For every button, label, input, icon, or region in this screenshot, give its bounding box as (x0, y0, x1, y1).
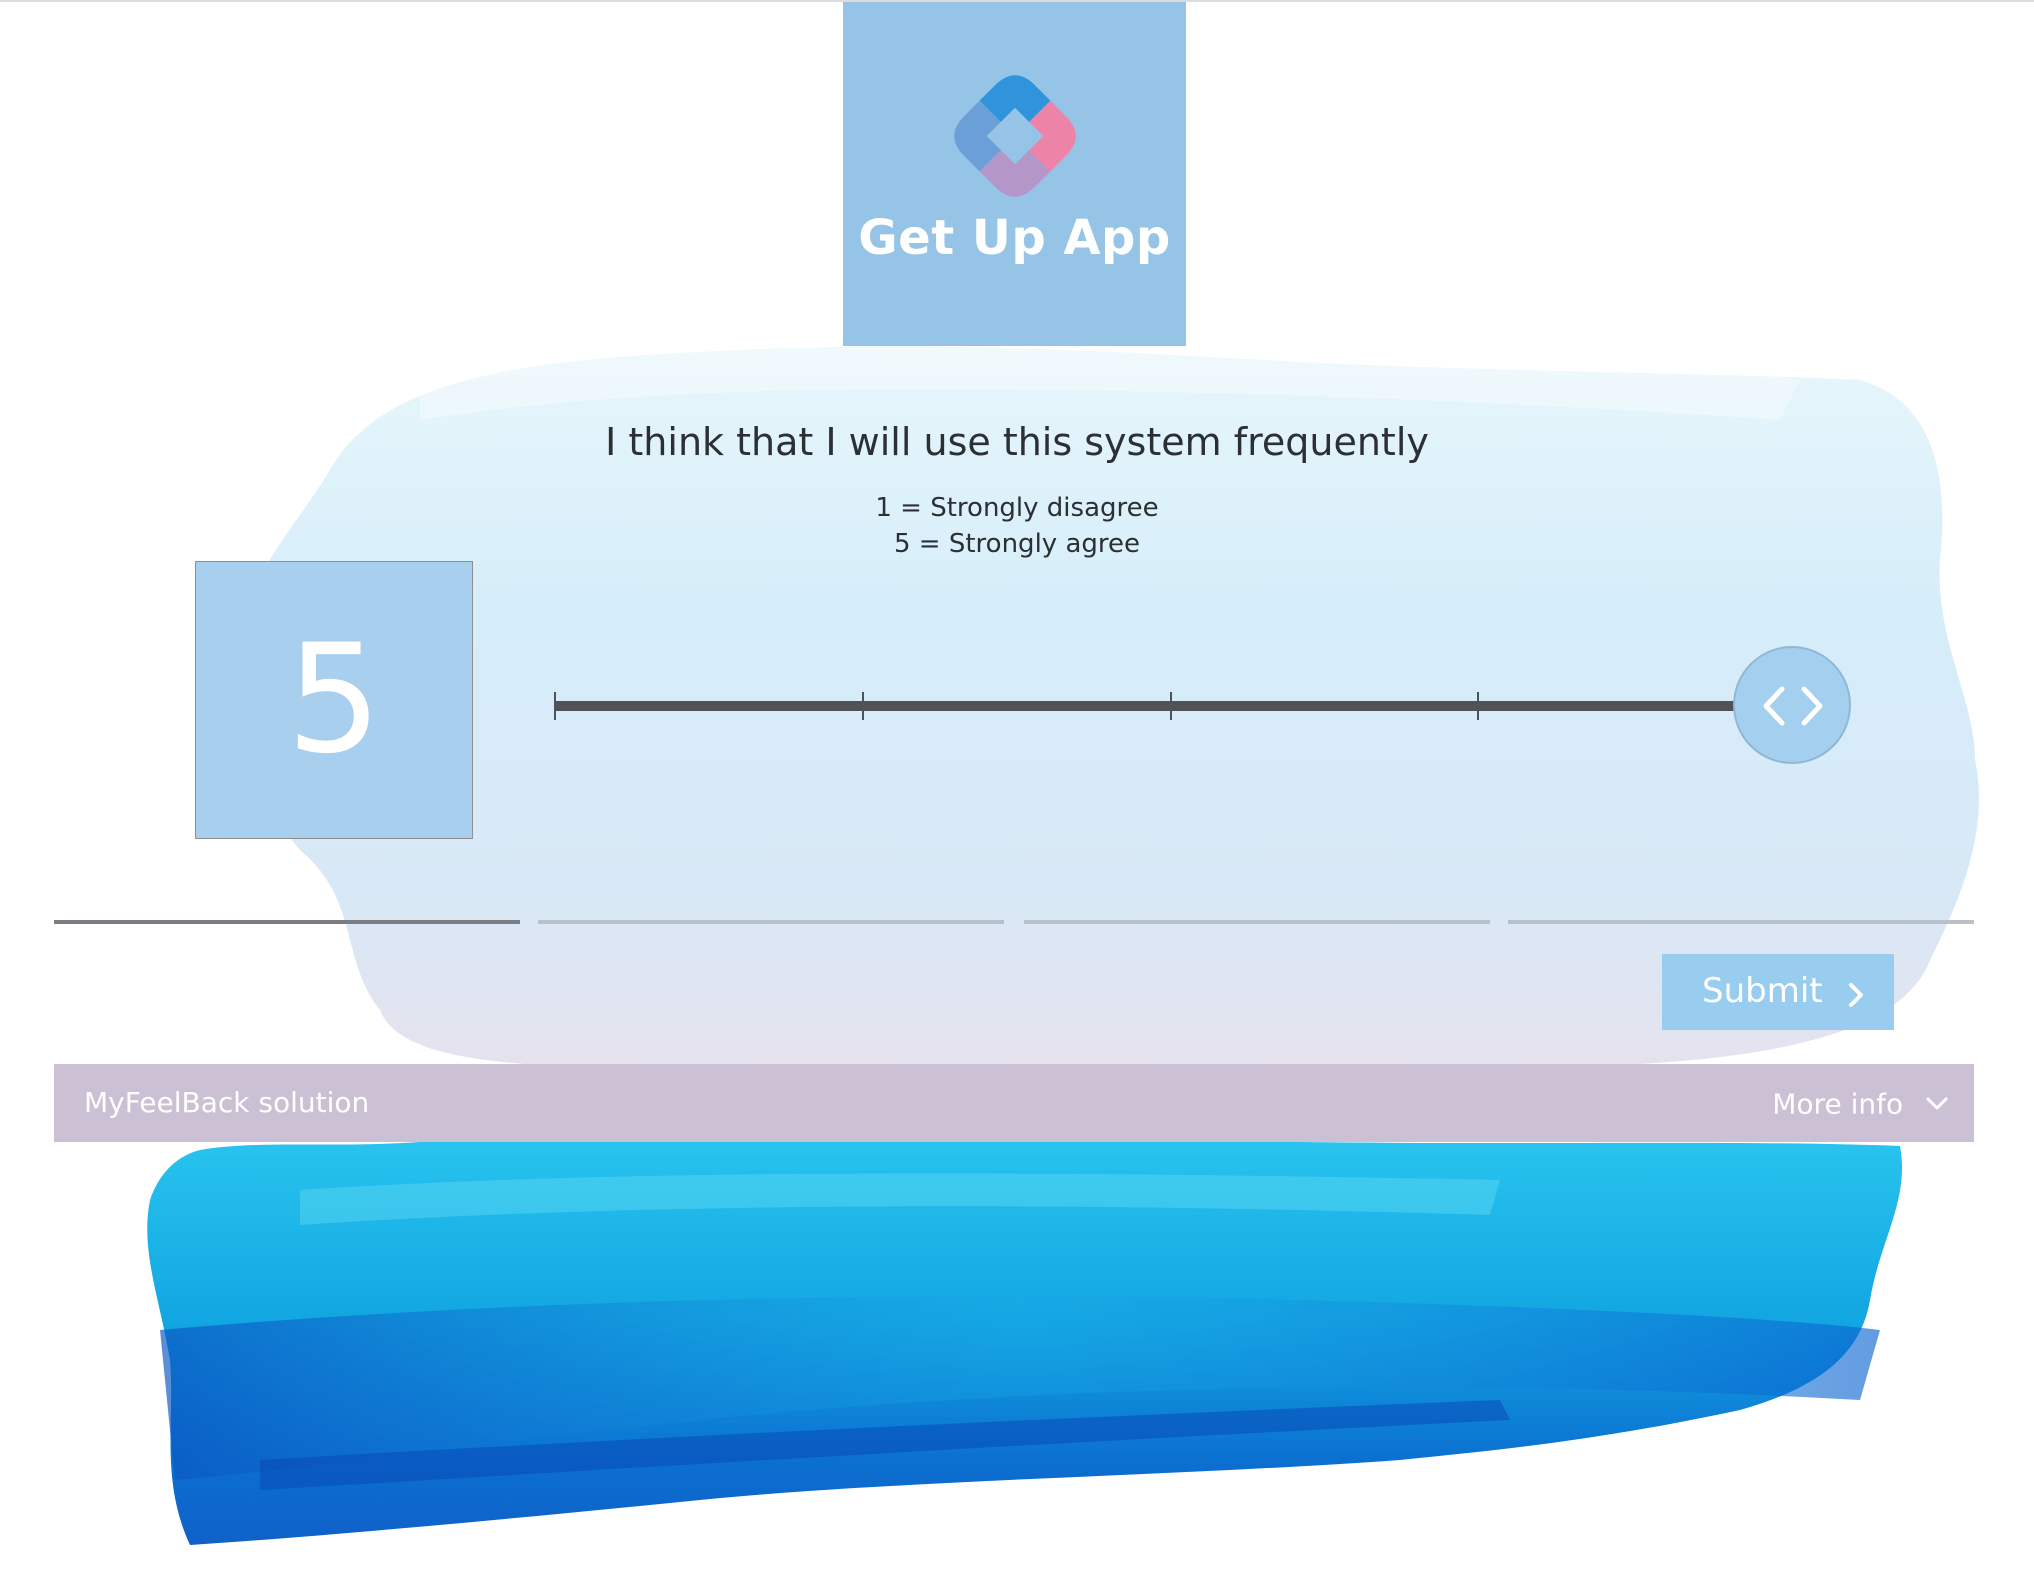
submit-button[interactable]: Submit (1662, 954, 1894, 1030)
rating-slider-track[interactable] (554, 701, 1794, 711)
left-right-arrows-icon (1763, 686, 1823, 726)
survey-question: I think that I will use this system freq… (605, 420, 1429, 464)
progress-segment (54, 920, 520, 924)
scale-min-label: 1 = Strongly disagree (875, 493, 1159, 523)
footer-bar: MyFeelBack solution More info (54, 1064, 1974, 1142)
rating-slider-handle[interactable] (1733, 646, 1851, 764)
scale-legend: 1 = Strongly disagree 5 = Strongly agree (0, 490, 2034, 562)
scale-max-label: 5 = Strongly agree (894, 529, 1140, 559)
chevron-right-icon (1849, 983, 1863, 1007)
chevron-down-icon (1926, 1097, 1948, 1110)
app-logo: Get Up App (843, 2, 1186, 346)
myfeelback-link[interactable]: MyFeelBack solution (84, 1086, 369, 1119)
slider-tick[interactable] (1170, 692, 1172, 720)
logo-mark-icon (954, 75, 1076, 197)
rating-value-display: 5 (195, 561, 473, 839)
progress-segment (1508, 920, 1974, 924)
more-info-label: More info (1772, 1087, 1904, 1121)
submit-label: Submit (1702, 971, 1823, 1011)
slider-tick[interactable] (554, 692, 556, 720)
slider-tick[interactable] (862, 692, 864, 720)
more-info-toggle[interactable]: More info (1772, 1086, 1948, 1121)
progress-segment (1024, 920, 1490, 924)
slider-tick[interactable] (1477, 692, 1479, 720)
logo-text: Get Up App (858, 210, 1171, 266)
progress-segment (538, 920, 1004, 924)
